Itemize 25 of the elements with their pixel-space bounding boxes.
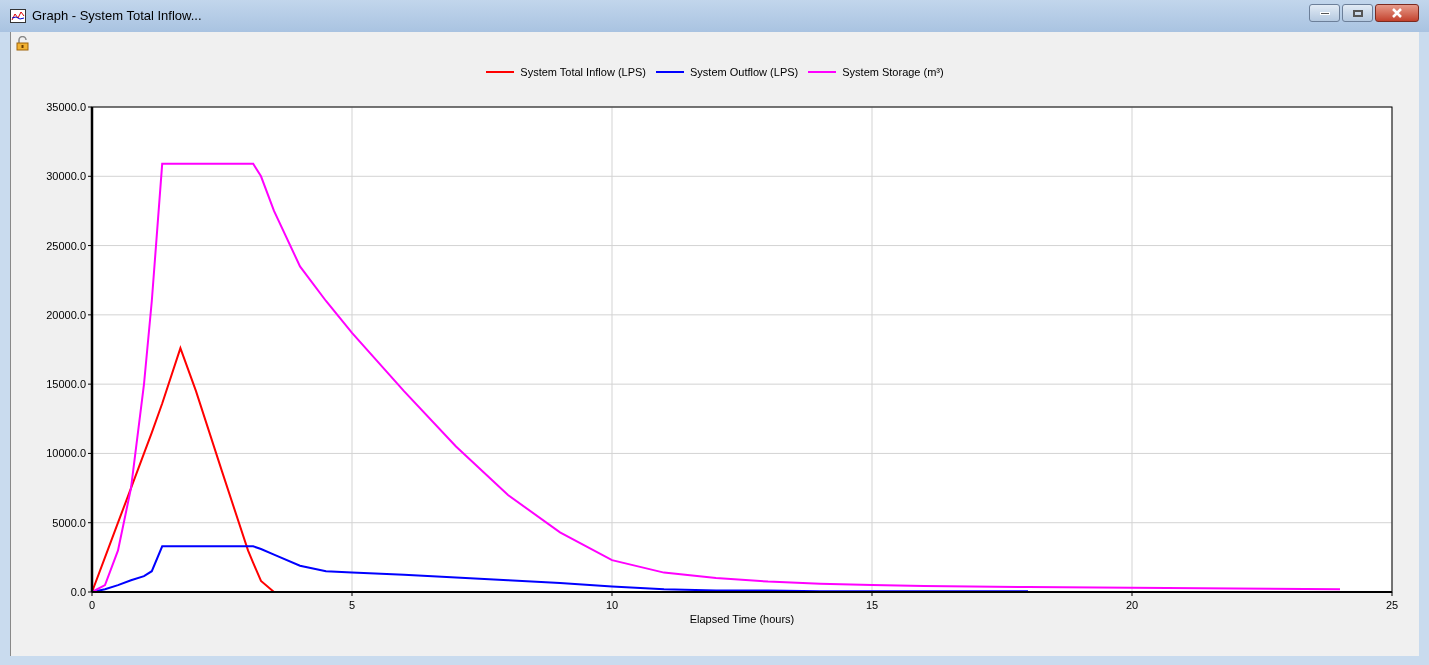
y-tick-label: 0.0 xyxy=(70,586,86,598)
y-tick-label: 35000.0 xyxy=(46,101,86,113)
window-title: Graph - System Total Inflow... xyxy=(32,7,202,26)
y-tick-label: 25000.0 xyxy=(46,239,86,252)
y-tick-label: 15000.0 xyxy=(46,378,86,391)
y-tick-label: 10000.0 xyxy=(46,447,86,460)
x-axis-label: Elapsed Time (hours) xyxy=(689,613,795,625)
legend-label: System Storage (m³) xyxy=(842,64,944,80)
close-button[interactable] xyxy=(1375,4,1419,22)
y-tick-label: 5000.0 xyxy=(52,516,86,529)
unlocked-padlock-icon[interactable] xyxy=(16,35,29,51)
legend-label: System Total Inflow (LPS) xyxy=(520,64,647,80)
legend-label: System Outflow (LPS) xyxy=(690,64,799,80)
x-tick-label: 10 xyxy=(605,599,619,611)
y-tick-label: 20000.0 xyxy=(46,308,86,321)
x-tick-label: 25 xyxy=(1385,599,1399,611)
x-tick-label: 0 xyxy=(88,599,96,611)
x-tick-label: 5 xyxy=(348,599,356,611)
y-tick-label: 30000.0 xyxy=(46,170,86,183)
close-icon xyxy=(1391,8,1403,18)
minimize-button[interactable] xyxy=(1309,4,1340,22)
restore-button[interactable] xyxy=(1342,4,1373,22)
x-tick-label: 15 xyxy=(865,599,879,611)
x-tick-label: 20 xyxy=(1125,599,1139,611)
chart-icon xyxy=(10,9,26,23)
